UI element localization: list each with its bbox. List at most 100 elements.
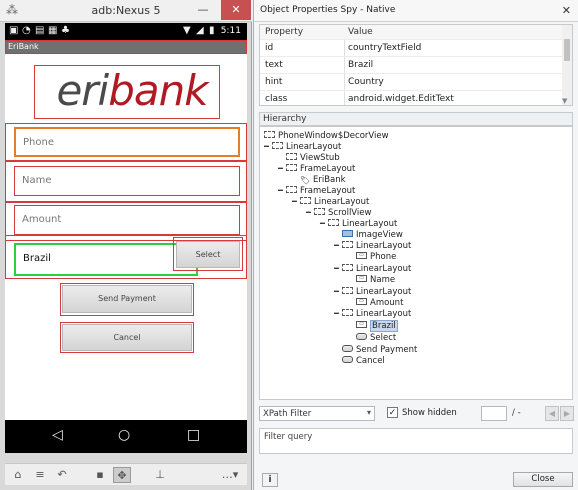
layout-icon (272, 142, 283, 149)
collapse-icon[interactable]: ━ (292, 197, 300, 206)
emulator-window: ⁂ adb:Nexus 5 — ✕ ▣ ◔ ▤ ▦ ♣ ▼ ◢ ▮ 5:11 E… (0, 0, 252, 490)
collapse-icon[interactable]: ━ (334, 241, 342, 250)
inspect-tool-icon[interactable]: ✥ (113, 467, 131, 483)
close-window-button[interactable]: ✕ (221, 0, 251, 20)
scroll-down-icon[interactable]: ▼ (562, 97, 567, 105)
back-tool-icon[interactable]: ↶ (53, 467, 71, 483)
tree-node[interactable]: ━ LinearLayout (334, 241, 411, 252)
country-field[interactable]: Brazil (14, 243, 198, 276)
collapse-icon[interactable]: ━ (278, 186, 286, 195)
tree-node[interactable]: ViewStub (286, 153, 340, 164)
filter-row: XPath Filter ▾ ✓ Show hidden / - ◀ ▶ (259, 405, 574, 423)
phone-field-hint: Phone (23, 137, 54, 148)
table-row[interactable]: hint Country (260, 74, 563, 91)
next-page-icon[interactable]: ▶ (560, 406, 574, 421)
amount-field[interactable]: Amount (14, 205, 240, 235)
spy-titlebar: Object Properties Spy - Native ✕ (254, 0, 578, 22)
tree-node[interactable]: ━ LinearLayout (334, 309, 411, 320)
tree-node[interactable]: ━ LinearLayout (334, 287, 411, 298)
tree-node[interactable]: ━ LinearLayout (334, 264, 411, 275)
edit-text-icon: ▭ (356, 252, 367, 259)
filter-query-placeholder: Filter query (264, 432, 313, 442)
property-value: countryTextField (348, 43, 422, 53)
property-key: id (265, 43, 274, 53)
tree-node[interactable]: ━ LinearLayout (292, 197, 369, 208)
tree-node[interactable]: ━ FrameLayout (278, 186, 355, 197)
table-row[interactable]: class android.widget.EditText (260, 91, 563, 105)
properties-scrollbar[interactable]: ▼ (562, 25, 572, 105)
screenshot-tool-icon[interactable]: ▪ (91, 467, 109, 483)
back-icon[interactable]: ◁ (52, 427, 63, 443)
button-icon (356, 333, 367, 340)
pin-tool-icon[interactable]: ⊥ (151, 467, 169, 483)
tree-node[interactable]: ━ FrameLayout (278, 164, 355, 175)
spy-close-icon[interactable]: ✕ (562, 4, 571, 17)
layout-icon (342, 241, 353, 248)
properties-table: Property Value id countryTextField text … (259, 24, 573, 106)
xpath-filter-select[interactable]: XPath Filter ▾ (259, 406, 375, 421)
action-bar-title: EriBank (8, 42, 39, 51)
table-row[interactable]: text Brazil (260, 57, 563, 74)
tree-node[interactable]: ▭ Name (356, 275, 395, 286)
tree-node[interactable]: Send Payment (342, 345, 417, 356)
tree-node[interactable]: ━ LinearLayout (264, 142, 341, 153)
phone-field[interactable]: Phone (14, 127, 240, 157)
name-field[interactable]: Name (14, 166, 240, 196)
checkmark-icon[interactable]: ✓ (387, 407, 398, 418)
more-tool-icon[interactable]: …▾ (217, 467, 243, 483)
tree-node[interactable]: ━ ScrollView (306, 208, 371, 219)
tree-node[interactable]: 🏷 EriBank (300, 175, 346, 186)
send-payment-button[interactable]: Send Payment (62, 285, 192, 313)
spy-title: Object Properties Spy - Native (260, 5, 396, 15)
tree-node[interactable]: ▭ Amount (356, 298, 403, 309)
prev-page-icon[interactable]: ◀ (545, 406, 559, 421)
minimize-button[interactable]: — (192, 0, 214, 20)
layout-icon (286, 153, 297, 160)
battery-icon: ▮ (209, 25, 215, 36)
info-button[interactable]: i (262, 473, 278, 487)
wifi-icon: ▼ (183, 25, 191, 36)
collapse-icon[interactable]: ━ (334, 287, 342, 296)
tree-node[interactable]: ImageView (342, 230, 403, 241)
menu-tool-icon[interactable]: ≡ (31, 467, 49, 483)
header-value: Value (348, 27, 373, 37)
page-total: / - (512, 408, 521, 418)
home-tool-icon[interactable]: ⌂ (9, 467, 27, 483)
collapse-icon[interactable]: ━ (264, 142, 272, 151)
show-hidden-checkbox[interactable]: ✓ Show hidden (387, 407, 457, 418)
spy-panel: Object Properties Spy - Native ✕ Propert… (253, 0, 578, 490)
tree-node[interactable]: PhoneWindow$DecorView (264, 131, 389, 142)
property-value: android.widget.EditText (348, 94, 454, 104)
collapse-icon[interactable]: ━ (278, 164, 286, 173)
button-icon (342, 356, 353, 363)
hierarchy-tree: PhoneWindow$DecorView ━ LinearLayout View… (259, 126, 573, 400)
show-hidden-label: Show hidden (402, 408, 457, 418)
tree-node[interactable]: ▭ Phone (356, 252, 396, 263)
collapse-icon[interactable]: ━ (334, 309, 342, 318)
collapse-icon[interactable]: ━ (334, 264, 342, 273)
property-key: hint (265, 77, 283, 87)
tree-node[interactable]: ━ LinearLayout (320, 219, 397, 230)
status-bar: ▣ ◔ ▤ ▦ ♣ ▼ ◢ ▮ 5:11 (5, 23, 247, 40)
page-input[interactable] (481, 406, 507, 421)
eribank-logo: eribank (41, 67, 223, 117)
chevron-down-icon: ▾ (366, 408, 371, 417)
tree-node[interactable]: Select (356, 333, 396, 344)
scrollbar-thumb[interactable] (564, 39, 570, 61)
table-row[interactable]: id countryTextField (260, 40, 563, 57)
property-value: Country (348, 77, 384, 87)
recents-icon[interactable]: □ (187, 427, 200, 443)
select-button[interactable]: Select (176, 241, 240, 268)
filter-query-input[interactable]: Filter query (259, 428, 573, 454)
cancel-button[interactable]: Cancel (62, 324, 192, 351)
header-property: Property (265, 27, 304, 37)
tree-node-selected[interactable]: ▭ Brazil (356, 320, 398, 332)
collapse-icon[interactable]: ━ (320, 219, 328, 228)
home-icon[interactable]: ○ (118, 427, 130, 443)
close-button[interactable]: Close (513, 472, 573, 487)
hierarchy-label: Hierarchy (259, 112, 573, 126)
collapse-icon[interactable]: ━ (306, 208, 314, 217)
tree-node[interactable]: Cancel (342, 356, 385, 367)
nav-bar: ◁ ○ □ (5, 420, 247, 453)
image-icon (342, 230, 353, 237)
